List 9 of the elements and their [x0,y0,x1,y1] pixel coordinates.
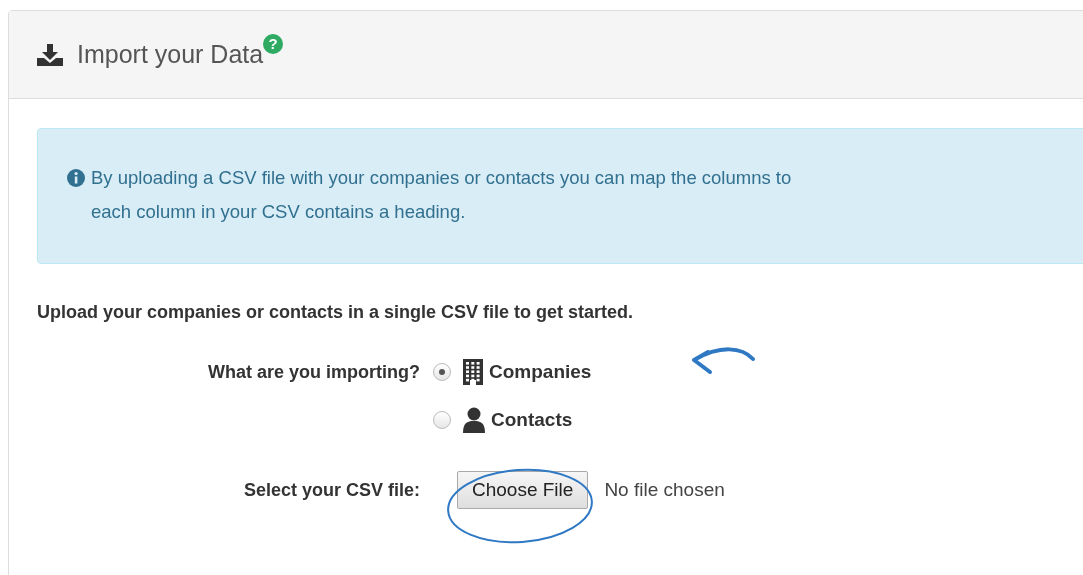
choose-file-button[interactable]: Choose File [457,471,589,509]
intro-text: Upload your companies or contacts in a single CSV file to get started. [37,302,635,323]
option-label: Contacts [491,409,573,431]
file-status: No file chosen [604,479,725,501]
alert-text: By uploading a CSV file with your companies or contacts you can map the columns to each column in your CSV contains a heading. [91,166,792,224]
field-label: Select your CSV file: [242,479,421,501]
option-label: Companies [489,361,592,383]
field-label: What are you importing? [207,361,421,383]
panel-title: Import your Data [77,40,264,69]
